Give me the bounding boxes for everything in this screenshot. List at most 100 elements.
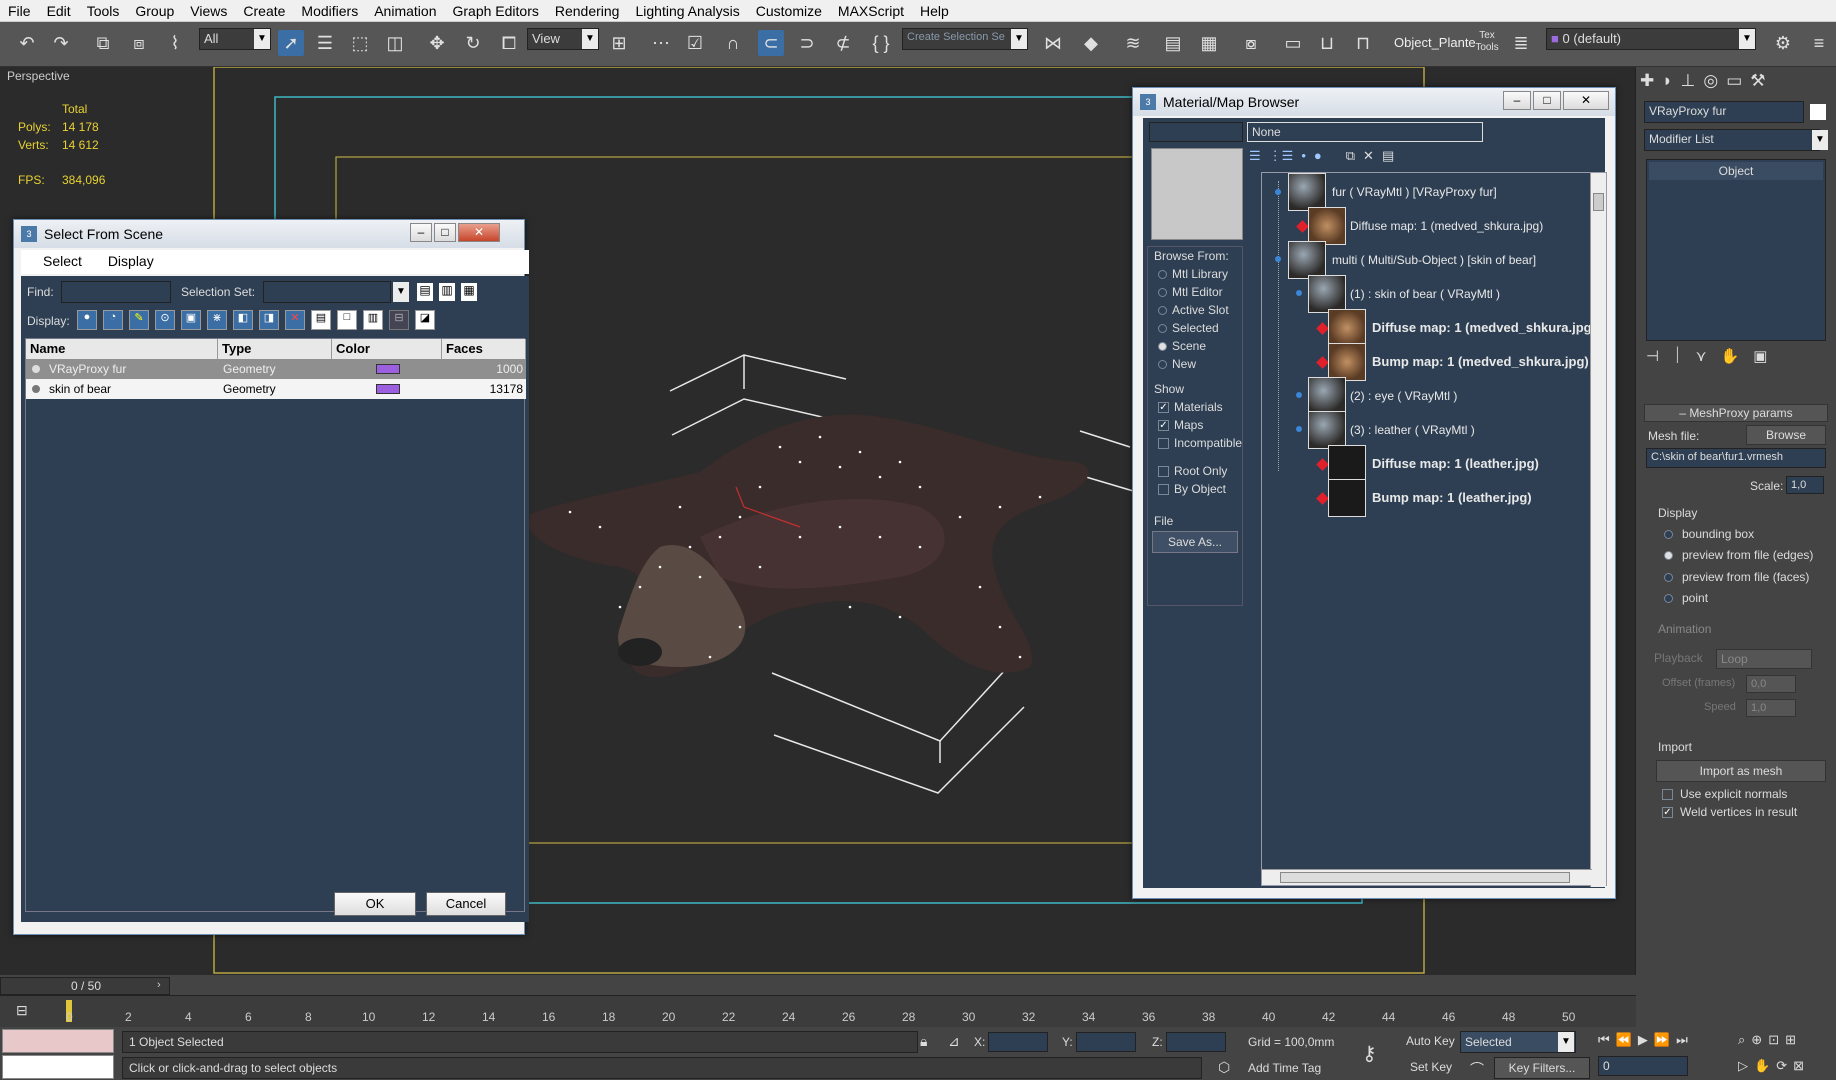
- display-preview-edges[interactable]: preview from file (edges): [1682, 548, 1813, 562]
- magnet-snap-icon[interactable]: ∩: [720, 30, 746, 56]
- mesh-file-field[interactable]: C:\skin of bear\fur1.vrmesh: [1646, 448, 1826, 468]
- checkbox-explicit-normals[interactable]: [1662, 789, 1673, 800]
- render-setup-icon[interactable]: ⊔: [1314, 30, 1340, 56]
- move-icon[interactable]: ✥: [424, 30, 450, 56]
- tree-item-skin-diffuse[interactable]: Diffuse map: 1 (medved_shkura.jpg): [1372, 320, 1596, 335]
- play-icon[interactable]: ▶: [1638, 1032, 1648, 1048]
- show-materials[interactable]: Materials: [1174, 400, 1223, 414]
- display-tab-icon[interactable]: ▭: [1726, 71, 1742, 91]
- browse-from-mtl-library[interactable]: Mtl Library: [1172, 267, 1228, 281]
- tree-item-leather[interactable]: (3) : leather ( VRayMtl ): [1350, 423, 1475, 437]
- view-list-icon[interactable]: ☰: [1249, 148, 1261, 164]
- select-invert-icon[interactable]: ▦: [461, 283, 477, 301]
- root-only-label[interactable]: Root Only: [1174, 464, 1227, 478]
- radio-point[interactable]: [1664, 594, 1673, 603]
- table-row[interactable]: skin of bear Geometry 13178: [26, 379, 526, 399]
- speed-spinner[interactable]: 1,0: [1746, 699, 1796, 717]
- radio-new[interactable]: [1158, 360, 1167, 369]
- chevron-down-icon[interactable]: ▼: [1812, 130, 1828, 150]
- track-bar[interactable]: ⊟ 0 2 4 6 8 10 12 14 16 18 20 22 24 26 2…: [0, 995, 1636, 1027]
- tangent-icon[interactable]: ⌒: [1470, 1059, 1484, 1079]
- find-input[interactable]: [61, 281, 171, 303]
- scale-spinner[interactable]: 1,0: [1786, 476, 1824, 494]
- column-faces[interactable]: Faces: [442, 339, 526, 359]
- ok-button[interactable]: OK: [334, 892, 416, 916]
- material-editor-icon[interactable]: ▭: [1280, 30, 1306, 56]
- set-key-icon[interactable]: ⚷: [1362, 1041, 1377, 1066]
- ribbon-icon[interactable]: ⚙: [1770, 30, 1796, 56]
- browse-from-selected[interactable]: Selected: [1172, 321, 1219, 335]
- angle-snap-icon[interactable]: ☑: [682, 30, 708, 56]
- display-all-icon[interactable]: ▤: [311, 310, 331, 330]
- xrefs-filter-icon[interactable]: ◨: [259, 310, 279, 330]
- minimize-button[interactable]: –: [1503, 91, 1531, 110]
- view-large-icons-icon[interactable]: ●: [1314, 148, 1322, 164]
- offset-spinner[interactable]: 0,0: [1746, 675, 1796, 693]
- radio-mtl-editor[interactable]: [1158, 288, 1167, 297]
- time-slider[interactable]: 0 / 50 ›: [0, 977, 170, 995]
- scale-icon[interactable]: ⧠: [496, 30, 522, 56]
- toolbar-overflow-icon[interactable]: ≡: [1806, 30, 1832, 56]
- layers-icon[interactable]: ≣: [1508, 30, 1534, 56]
- tree-item-fur[interactable]: fur ( VRayMtl ) [VRayProxy fur]: [1332, 185, 1497, 199]
- tree-item-skin-of-bear[interactable]: (1) : skin of bear ( VRayMtl ): [1350, 287, 1500, 301]
- current-frame-field[interactable]: 0: [1598, 1056, 1688, 1076]
- column-name[interactable]: Name: [26, 339, 218, 359]
- show-end-result-icon[interactable]: ⏐: [1673, 347, 1682, 365]
- menu-views[interactable]: Views: [182, 3, 235, 19]
- chevron-down-icon[interactable]: ▼: [393, 282, 409, 302]
- curve-editor-icon[interactable]: ▦: [1196, 30, 1222, 56]
- hierarchy-tab-icon[interactable]: ⊥: [1681, 71, 1696, 91]
- tree-item-multi[interactable]: multi ( Multi/Sub-Object ) [skin of bear…: [1332, 253, 1536, 267]
- import-as-mesh-button[interactable]: Import as mesh: [1656, 760, 1826, 782]
- absolute-mode-icon[interactable]: ⊿: [948, 1033, 960, 1050]
- close-button[interactable]: ✕: [1563, 91, 1609, 110]
- zoom-icon[interactable]: ⌕: [1738, 1032, 1745, 1048]
- menu-edit[interactable]: Edit: [39, 3, 79, 19]
- delete-from-library-icon[interactable]: ✕: [1363, 148, 1374, 164]
- maximize-button[interactable]: □: [1533, 91, 1561, 110]
- key-filters-button[interactable]: Key Filters...: [1494, 1057, 1590, 1079]
- browse-from-mtl-editor[interactable]: Mtl Editor: [1172, 285, 1223, 299]
- remove-modifier-icon[interactable]: ✋: [1721, 347, 1740, 365]
- maxscript-listener-top[interactable]: [2, 1029, 114, 1053]
- vertical-scrollbar[interactable]: [1590, 173, 1606, 887]
- zoom-extents-icon[interactable]: ⊡: [1768, 1032, 1779, 1048]
- meshproxy-params-rollout[interactable]: – MeshProxy params: [1644, 404, 1828, 422]
- menu-maxscript[interactable]: MAXScript: [830, 3, 912, 19]
- maximize-button[interactable]: □: [434, 223, 456, 242]
- tree-item-fur-diffuse[interactable]: Diffuse map: 1 (medved_shkura.jpg): [1350, 219, 1543, 233]
- select-all-icon[interactable]: ▤: [417, 283, 433, 301]
- tree-item-skin-bump[interactable]: Bump map: 1 (medved_shkura.jpg): [1372, 354, 1589, 369]
- radio-mtl-library[interactable]: [1158, 270, 1167, 279]
- geometry-filter-icon[interactable]: ●: [77, 310, 97, 330]
- configure-sets-icon[interactable]: ▣: [1753, 347, 1767, 365]
- rectangular-selection-icon[interactable]: ⬚: [347, 30, 373, 56]
- window-crossing-icon[interactable]: ◫: [382, 30, 408, 56]
- spinner-snap-icon[interactable]: ⊃: [794, 30, 820, 56]
- next-frame-icon[interactable]: ⏩: [1654, 1032, 1670, 1048]
- selection-filter-dropdown[interactable]: All ▼: [199, 28, 271, 50]
- view-list-icons-icon[interactable]: ⋮☰: [1269, 148, 1294, 164]
- display-preview-faces[interactable]: preview from file (faces): [1682, 570, 1809, 584]
- redo-icon[interactable]: ↷: [48, 30, 74, 56]
- browse-button[interactable]: Browse: [1746, 425, 1826, 445]
- link-icon[interactable]: ⧉: [90, 30, 116, 56]
- menu-select[interactable]: Select: [43, 253, 82, 269]
- checkbox-maps[interactable]: ✓: [1158, 420, 1169, 431]
- make-unique-icon[interactable]: ⋎: [1696, 347, 1707, 365]
- track-bar-menu-icon[interactable]: ⊟: [16, 1002, 28, 1019]
- add-time-tag[interactable]: Add Time Tag: [1248, 1061, 1321, 1075]
- checkbox-by-object[interactable]: [1158, 484, 1169, 495]
- graphite-modeling-icon[interactable]: ▤: [1160, 30, 1186, 56]
- y-coordinate-field[interactable]: [1076, 1032, 1136, 1052]
- show-maps[interactable]: Maps: [1174, 418, 1203, 432]
- tree-item-leather-bump[interactable]: Bump map: 1 (leather.jpg): [1372, 490, 1532, 505]
- browse-from-scene[interactable]: Scene: [1172, 339, 1206, 353]
- cameras-filter-icon[interactable]: ⊙: [155, 310, 175, 330]
- select-by-name-icon[interactable]: ☰: [312, 30, 338, 56]
- space-warps-filter-icon[interactable]: ⋇: [207, 310, 227, 330]
- by-object-label[interactable]: By Object: [1174, 482, 1226, 496]
- material-name-field[interactable]: None: [1247, 122, 1483, 142]
- menu-file[interactable]: File: [0, 3, 39, 19]
